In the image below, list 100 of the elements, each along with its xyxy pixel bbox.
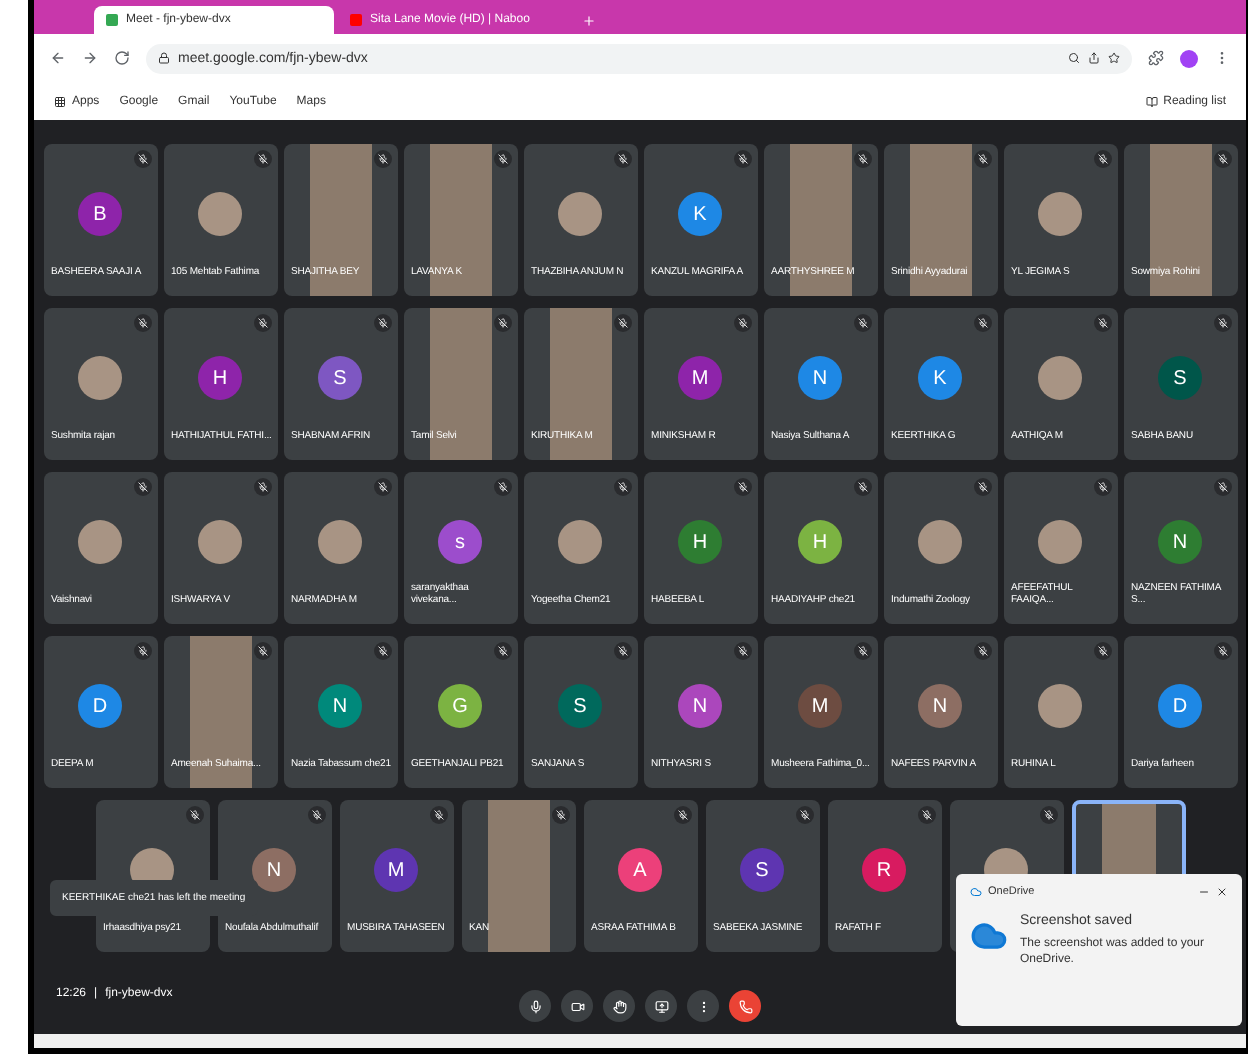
avatar-circle: K xyxy=(918,356,962,400)
mic-off-icon xyxy=(917,806,935,824)
photo-placeholder xyxy=(318,520,362,564)
mic-off-icon xyxy=(133,314,151,332)
microphone-icon xyxy=(528,999,542,1013)
mic-off-icon xyxy=(493,150,511,168)
avatar-circle: B xyxy=(78,192,122,236)
avatar-circle: N xyxy=(798,356,842,400)
mic-off-icon xyxy=(973,314,991,332)
mic-off-icon xyxy=(253,314,271,332)
mic-off-icon xyxy=(1093,478,1111,496)
avatar-circle: S xyxy=(1158,356,1202,400)
photo-placeholder xyxy=(78,520,122,564)
mic-off-icon xyxy=(1093,314,1111,332)
mic-off-icon xyxy=(973,478,991,496)
mic-off-icon xyxy=(133,150,151,168)
photo-placeholder xyxy=(198,520,242,564)
tab-favicon xyxy=(106,14,118,26)
avatar-circle: M xyxy=(798,684,842,728)
photo-placeholder xyxy=(918,520,962,564)
mic-off-icon xyxy=(673,806,691,824)
profile-circle[interactable] xyxy=(1180,49,1198,67)
phone-icon xyxy=(738,999,752,1013)
mic-off-icon xyxy=(429,806,447,824)
end-call-button[interactable] xyxy=(729,990,761,1022)
mic-off-icon xyxy=(551,806,569,824)
photo-placeholder xyxy=(1038,192,1082,236)
mic-off-icon xyxy=(373,642,391,660)
mic-off-icon xyxy=(973,150,991,168)
back-icon[interactable] xyxy=(50,50,66,66)
mic-off-icon xyxy=(795,806,813,824)
minimize-icon[interactable] xyxy=(1198,886,1210,898)
avatar-circle: N xyxy=(918,684,962,728)
mic-off-icon xyxy=(1213,642,1231,660)
photo-placeholder xyxy=(78,356,122,400)
close-icon[interactable] xyxy=(1216,886,1228,898)
mic-off-icon xyxy=(613,314,631,332)
mic-off-icon xyxy=(733,314,751,332)
avatar-circle: H xyxy=(678,520,722,564)
star-icon[interactable] xyxy=(1108,52,1120,64)
avatar-circle: N xyxy=(1158,520,1202,564)
avatar-circle: D xyxy=(1158,684,1202,728)
mic-off-icon xyxy=(613,478,631,496)
mic-off-icon xyxy=(307,806,325,824)
avatar-circle: S xyxy=(740,848,784,892)
extensions-icon[interactable] xyxy=(1148,50,1164,66)
mic-off-icon xyxy=(1213,478,1231,496)
present-button[interactable] xyxy=(645,990,677,1022)
avatar-circle: N xyxy=(252,848,296,892)
mic-off-icon xyxy=(253,642,271,660)
photo-placeholder xyxy=(558,192,602,236)
lock-icon xyxy=(158,52,170,64)
mic-off-icon xyxy=(733,642,751,660)
photo-placeholder xyxy=(1038,684,1082,728)
tab-favicon xyxy=(350,14,362,26)
apps-grid-icon xyxy=(54,95,66,107)
avatar-circle: S xyxy=(318,356,362,400)
mic-off-icon xyxy=(853,642,871,660)
forward-icon[interactable] xyxy=(82,50,98,66)
mic-off-icon xyxy=(1093,150,1111,168)
mic-off-icon xyxy=(253,478,271,496)
mic-off-icon xyxy=(613,150,631,168)
mic-off-icon xyxy=(853,314,871,332)
avatar-circle: N xyxy=(678,684,722,728)
mic-off-icon xyxy=(133,642,151,660)
reload-icon[interactable] xyxy=(114,50,130,66)
mic-off-icon xyxy=(373,150,391,168)
mic-off-icon xyxy=(853,150,871,168)
avatar-circle: H xyxy=(198,356,242,400)
mic-off-icon xyxy=(733,478,751,496)
mic-off-icon xyxy=(733,150,751,168)
new-tab-icon[interactable] xyxy=(582,14,596,28)
mic-off-icon xyxy=(853,478,871,496)
avatar-circle: H xyxy=(798,520,842,564)
mic-off-icon xyxy=(493,314,511,332)
mic-off-icon xyxy=(1093,642,1111,660)
mic-off-icon xyxy=(253,150,271,168)
avatar-circle: A xyxy=(618,848,662,892)
raise-hand-button[interactable] xyxy=(603,990,635,1022)
photo-placeholder xyxy=(558,520,602,564)
avatar-circle: s xyxy=(438,520,482,564)
mic-off-icon xyxy=(493,478,511,496)
camera-icon xyxy=(570,999,584,1013)
mic-off-icon xyxy=(1213,150,1231,168)
camera-button[interactable] xyxy=(561,990,593,1022)
photo-placeholder xyxy=(1038,520,1082,564)
avatar-circle: K xyxy=(678,192,722,236)
mic-off-icon xyxy=(493,642,511,660)
avatar-circle: G xyxy=(438,684,482,728)
cloud-icon xyxy=(970,886,982,898)
hand-icon xyxy=(612,999,626,1013)
photo-placeholder xyxy=(1038,356,1082,400)
photo-placeholder xyxy=(198,192,242,236)
avatar-circle: R xyxy=(862,848,906,892)
avatar-circle: M xyxy=(678,356,722,400)
mic-off-icon xyxy=(613,642,631,660)
mic-off-icon xyxy=(373,314,391,332)
avatar-circle: M xyxy=(374,848,418,892)
microphone-button[interactable] xyxy=(519,990,551,1022)
avatar-circle: D xyxy=(78,684,122,728)
